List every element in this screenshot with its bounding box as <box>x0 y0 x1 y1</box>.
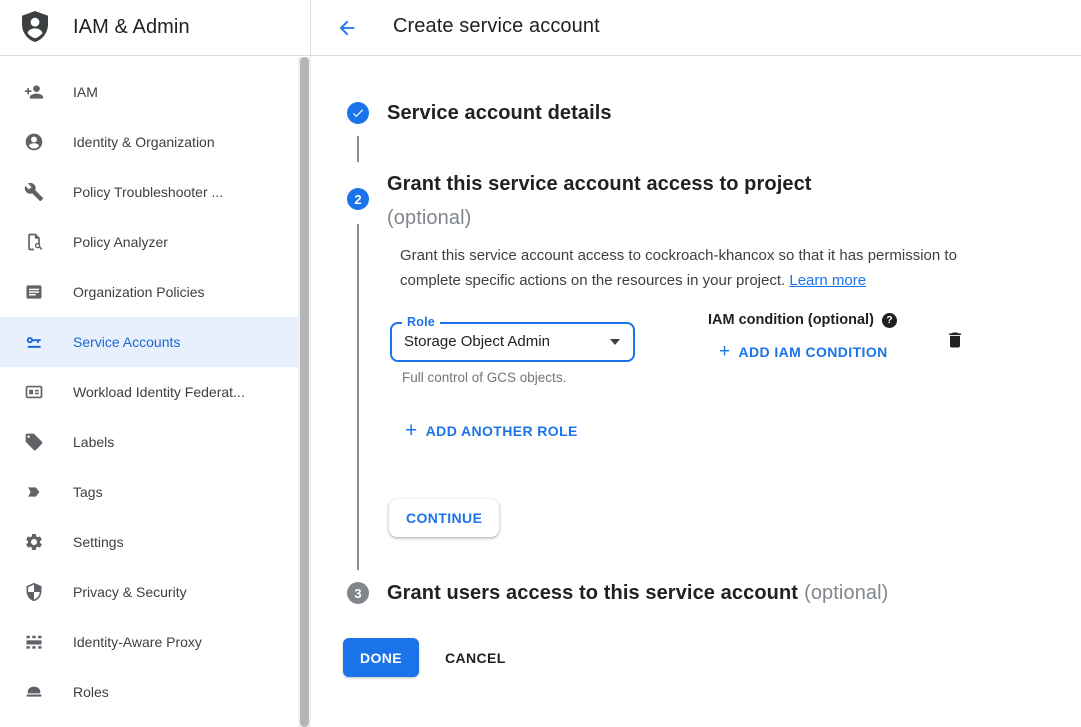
account-circle-icon <box>24 132 44 152</box>
help-icon[interactable]: ? <box>882 313 897 328</box>
sidebar-item-service-accounts[interactable]: Service Accounts <box>0 317 299 367</box>
add-another-role-button[interactable]: + ADD ANOTHER ROLE <box>405 421 578 441</box>
sidebar-item-labels[interactable]: Labels <box>0 417 299 467</box>
sidebar-item-identity-aware-proxy[interactable]: Identity-Aware Proxy <box>0 617 299 667</box>
sidebar-item-identity-organization[interactable]: Identity & Organization <box>0 117 299 167</box>
topbar: Create service account <box>311 0 1081 56</box>
sidebar-item-workload-identity-federation[interactable]: Workload Identity Federat... <box>0 367 299 417</box>
product-title: IAM & Admin <box>73 16 190 39</box>
id-card-icon <box>24 382 44 402</box>
sidebar-item-tags[interactable]: Tags <box>0 467 299 517</box>
role-helper-text: Full control of GCS objects. <box>402 370 566 385</box>
hat-icon <box>24 682 44 702</box>
continue-button[interactable]: CONTINUE <box>389 499 499 537</box>
sidebar-item-label: Privacy & Security <box>73 584 187 600</box>
sidebar-item-label: Labels <box>73 434 114 450</box>
service-account-key-icon <box>24 332 44 352</box>
step2-title-text: Grant this service account access to pro… <box>387 173 812 195</box>
sidebar-item-iam[interactable]: IAM <box>0 67 299 117</box>
add-iam-condition-button[interactable]: + ADD IAM CONDITION <box>719 342 888 362</box>
sidebar-item-policy-analyzer[interactable]: Policy Analyzer <box>0 217 299 267</box>
wrench-icon <box>24 182 44 202</box>
sidebar-item-label: Organization Policies <box>73 284 205 300</box>
sidebar-item-label: IAM <box>73 84 98 100</box>
sidebar-item-label: Tags <box>73 484 103 500</box>
sidebar-item-label: Policy Troubleshooter ... <box>73 184 223 200</box>
learn-more-link[interactable]: Learn more <box>789 272 866 289</box>
role-select[interactable]: Role Storage Object Admin <box>390 322 635 362</box>
sidebar-item-privacy-security[interactable]: Privacy & Security <box>0 567 299 617</box>
sidebar: IAM & Admin IAM Identity & Organization … <box>0 0 311 727</box>
stepper-connector <box>357 224 359 570</box>
shield-icon <box>24 582 44 602</box>
stepper-connector <box>357 136 359 162</box>
iam-admin-shield-logo-icon <box>17 9 53 47</box>
add-iam-condition-label: ADD IAM CONDITION <box>739 344 888 360</box>
cancel-button[interactable]: CANCEL <box>437 638 514 677</box>
step3-optional-label: (optional) <box>804 582 888 604</box>
create-service-account-page: IAM & Admin IAM Identity & Organization … <box>0 0 1081 727</box>
gear-icon <box>24 532 44 552</box>
sidebar-item-label: Identity & Organization <box>73 134 215 150</box>
trash-icon <box>945 338 965 353</box>
step2-optional-label: (optional) <box>387 201 812 235</box>
sidebar-item-policy-troubleshooter[interactable]: Policy Troubleshooter ... <box>0 167 299 217</box>
sidebar-item-roles[interactable]: Roles <box>0 667 299 717</box>
role-selected-value: Storage Object Admin <box>404 324 550 360</box>
document-search-icon <box>24 232 44 252</box>
proxy-icon <box>24 632 44 652</box>
delete-role-button[interactable] <box>945 330 965 350</box>
iam-condition-label: IAM condition (optional) ? <box>708 312 897 328</box>
step3-title-text: Grant users access to this service accou… <box>387 582 798 604</box>
sidebar-item-label: Service Accounts <box>73 334 180 350</box>
sidebar-nav: IAM Identity & Organization Policy Troub… <box>0 56 299 717</box>
sidebar-item-label: Settings <box>73 534 124 550</box>
step1-complete-check-icon <box>347 102 369 124</box>
sidebar-scrollbar-track[interactable] <box>298 57 311 727</box>
page-title: Create service account <box>393 15 600 38</box>
sidebar-header: IAM & Admin <box>0 0 311 56</box>
plus-icon: + <box>719 342 731 362</box>
label-tag-icon <box>24 432 44 452</box>
step2-description: Grant this service account access to coc… <box>400 243 986 293</box>
done-button[interactable]: DONE <box>343 638 419 677</box>
sidebar-item-settings[interactable]: Settings <box>0 517 299 567</box>
plus-icon: + <box>405 421 418 441</box>
step2-number-badge: 2 <box>347 188 369 210</box>
sidebar-item-label: Roles <box>73 684 109 700</box>
tag-arrow-icon <box>24 482 44 502</box>
step3-number-badge: 3 <box>347 582 369 604</box>
back-button[interactable] <box>336 17 358 39</box>
iam-condition-label-text: IAM condition (optional) <box>708 312 874 328</box>
person-add-icon <box>24 82 44 102</box>
sidebar-item-organization-policies[interactable]: Organization Policies <box>0 267 299 317</box>
step3-title[interactable]: Grant users access to this service accou… <box>387 580 888 606</box>
arrow-back-icon <box>336 27 358 42</box>
add-another-role-label: ADD ANOTHER ROLE <box>426 423 578 439</box>
sidebar-scrollbar-thumb[interactable] <box>300 57 309 727</box>
sidebar-item-label: Policy Analyzer <box>73 234 168 250</box>
step2-description-text: Grant this service account access to coc… <box>400 247 957 289</box>
document-lines-icon <box>24 282 44 302</box>
sidebar-item-label: Workload Identity Federat... <box>73 384 245 400</box>
sidebar-item-label: Identity-Aware Proxy <box>73 634 202 650</box>
step1-title[interactable]: Service account details <box>387 100 612 126</box>
step2-title[interactable]: Grant this service account access to pro… <box>387 167 812 235</box>
chevron-down-icon <box>610 339 620 345</box>
